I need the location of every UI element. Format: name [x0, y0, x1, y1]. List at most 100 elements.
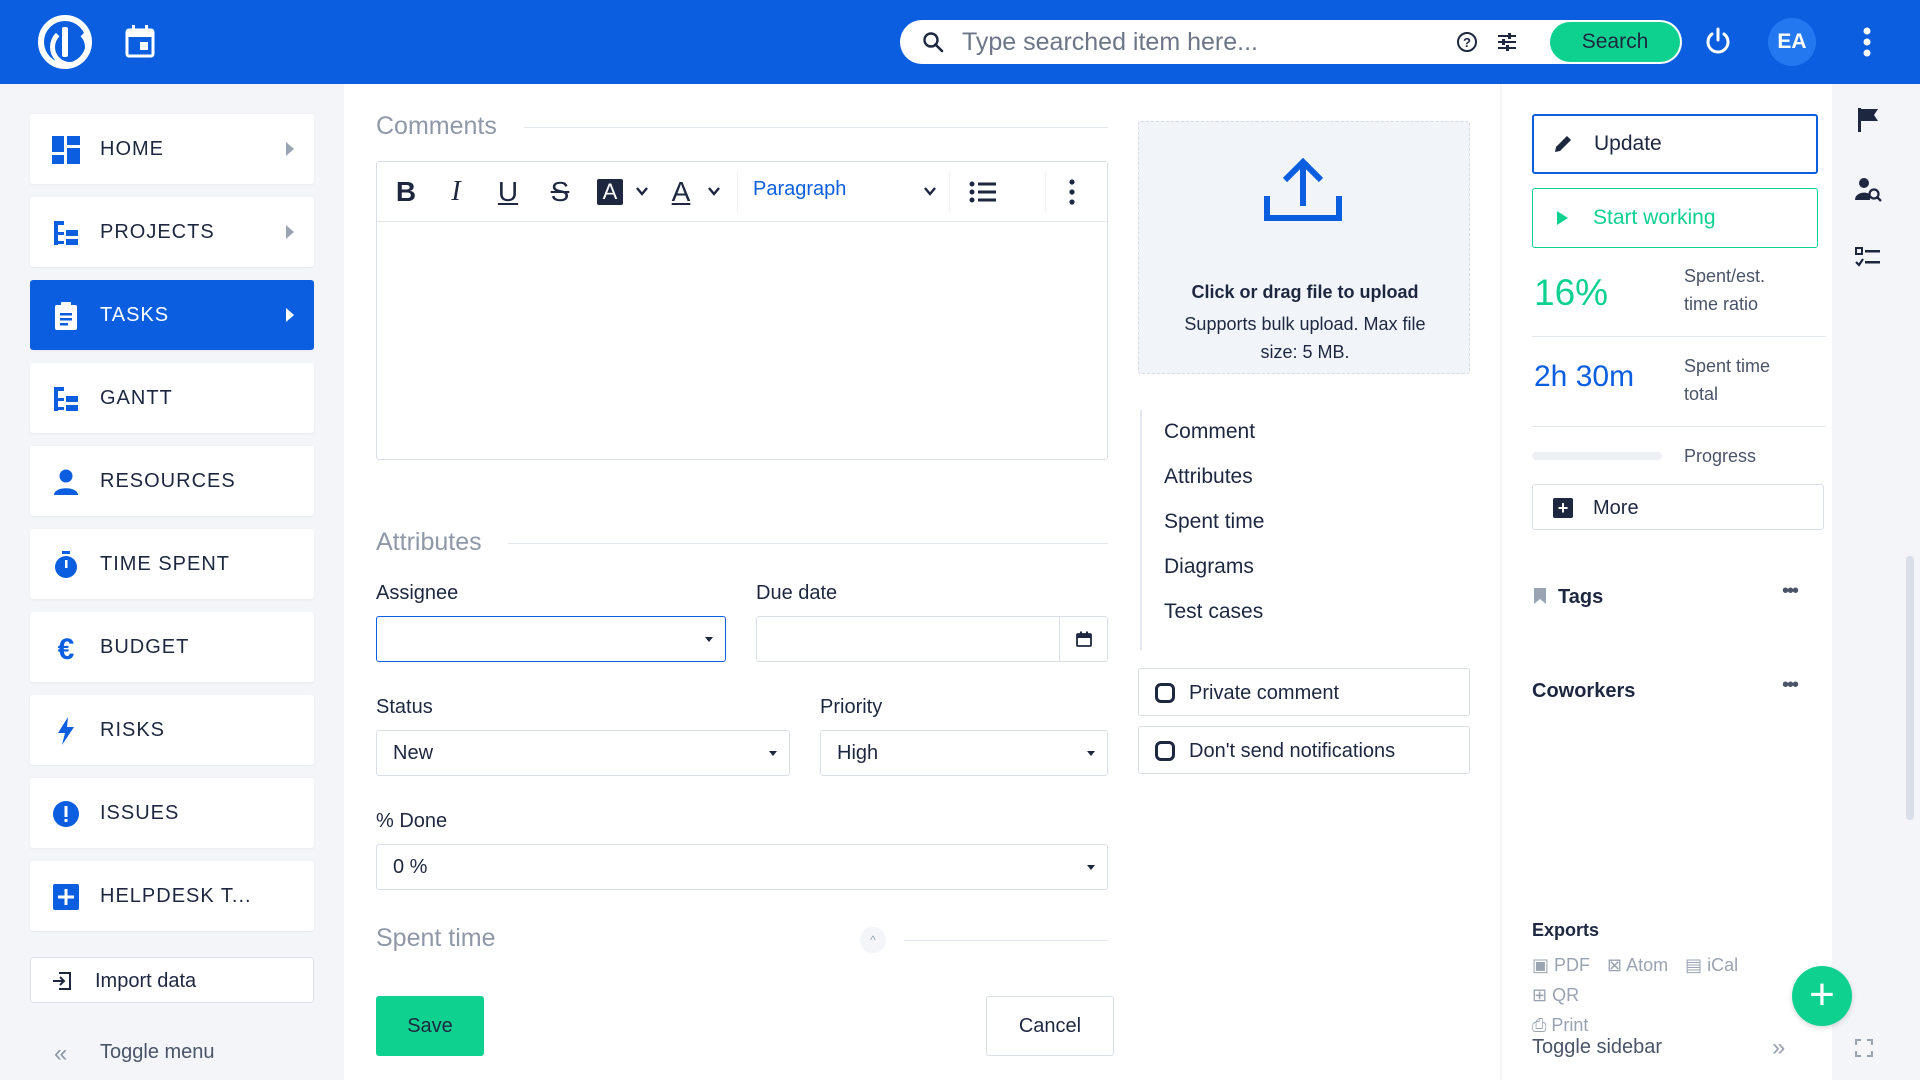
- more-button[interactable]: + More: [1532, 484, 1824, 530]
- dont-send-label: Don't send notifications: [1189, 740, 1396, 762]
- upload-icon: [1264, 158, 1342, 221]
- strikethrough-button[interactable]: S: [545, 176, 575, 208]
- priority-select[interactable]: High: [820, 730, 1108, 776]
- double-chevron-right-icon[interactable]: »: [1772, 1034, 1785, 1062]
- anchor-diagrams[interactable]: Diagrams: [1164, 555, 1254, 579]
- progress-bar: [1532, 452, 1662, 460]
- chevron-right-icon: [286, 225, 294, 239]
- gantt-icon: [54, 387, 78, 411]
- fullscreen-icon[interactable]: [1854, 1038, 1874, 1058]
- highlight-button[interactable]: A: [597, 179, 623, 205]
- italic-button[interactable]: I: [443, 176, 469, 208]
- nav-label: RESOURCES: [100, 470, 236, 492]
- coworkers-heading: Coworkers: [1532, 680, 1636, 702]
- euro-icon: €: [58, 634, 75, 662]
- dashboard-icon: [52, 136, 80, 164]
- tags-heading: Tags: [1558, 586, 1604, 608]
- nav-item-helpdesk[interactable]: HELPDESK T...: [30, 861, 314, 931]
- filter-settings-icon[interactable]: [1496, 31, 1518, 53]
- export-atom-link[interactable]: ⊠ Atom: [1607, 955, 1674, 975]
- due-date-label: Due date: [756, 582, 838, 604]
- export-qr-link[interactable]: ⊞ QR: [1532, 985, 1585, 1005]
- nav-item-issues[interactable]: ISSUES: [30, 778, 314, 848]
- start-working-label: Start working: [1593, 206, 1716, 229]
- import-data-button[interactable]: Import data: [30, 957, 314, 1003]
- spent-time-label: Spent time total: [1684, 356, 1771, 404]
- user-search-icon[interactable]: [1854, 176, 1882, 204]
- nav-item-resources[interactable]: RESOURCES: [30, 446, 314, 516]
- stopwatch-icon: [55, 551, 77, 578]
- font-color-button[interactable]: A: [667, 176, 695, 208]
- more-vertical-icon[interactable]: [1069, 178, 1075, 206]
- start-working-button[interactable]: Start working: [1532, 188, 1818, 248]
- coworkers-more-icon[interactable]: •••: [1782, 674, 1799, 697]
- user-avatar[interactable]: EA: [1768, 18, 1816, 66]
- file-upload-dropzone[interactable]: Click or drag file to upload Supports bu…: [1138, 121, 1470, 374]
- exports-heading: Exports: [1532, 920, 1600, 940]
- anchor-test-cases[interactable]: Test cases: [1164, 600, 1263, 624]
- caret-down-icon: [1087, 751, 1095, 756]
- floating-add-button[interactable]: +: [1792, 966, 1852, 1026]
- nav-item-tasks[interactable]: TASKS: [30, 280, 314, 350]
- editor-text-area[interactable]: [377, 223, 1107, 459]
- date-picker-button[interactable]: [1059, 617, 1107, 661]
- upload-subtitle: Supports bulk upload. Max file size: 5 M…: [1184, 314, 1426, 362]
- anchor-comment[interactable]: Comment: [1164, 420, 1255, 444]
- nav-item-projects[interactable]: PROJECTS: [30, 197, 314, 267]
- done-select[interactable]: 0 %: [376, 844, 1108, 890]
- private-comment-checkbox[interactable]: Private comment: [1138, 668, 1470, 716]
- status-select[interactable]: New: [376, 730, 790, 776]
- flag-icon[interactable]: [1854, 106, 1882, 134]
- chevron-down-icon[interactable]: [635, 184, 649, 198]
- tags-more-icon[interactable]: •••: [1782, 580, 1799, 603]
- cancel-button[interactable]: Cancel: [986, 996, 1114, 1056]
- bookmark-icon: [1534, 588, 1546, 604]
- chevron-down-icon[interactable]: [923, 184, 937, 198]
- toolbar-separator: [1045, 172, 1046, 212]
- priority-value: High: [837, 742, 879, 764]
- export-ical-link[interactable]: ▤ iCal: [1685, 955, 1744, 975]
- update-button[interactable]: Update: [1532, 114, 1818, 174]
- nav-item-gantt[interactable]: GANTT: [30, 363, 314, 433]
- more-vertical-icon[interactable]: [1862, 26, 1872, 58]
- nav-label: PROJECTS: [100, 221, 215, 243]
- hierarchy-icon: [54, 221, 78, 245]
- search-input[interactable]: [962, 26, 1442, 58]
- search-button[interactable]: Search: [1550, 22, 1680, 62]
- export-pdf-link[interactable]: ▣ PDF: [1532, 955, 1596, 975]
- anchor-spent-time[interactable]: Spent time: [1164, 510, 1264, 534]
- upload-title: Click or drag file to upload: [1191, 282, 1419, 302]
- nav-label: TIME SPENT: [100, 553, 231, 575]
- caret-down-icon: [769, 751, 777, 756]
- paragraph-format-select[interactable]: Paragraph: [753, 178, 846, 201]
- dont-send-notifications-checkbox[interactable]: Don't send notifications: [1138, 726, 1470, 774]
- nav-item-budget[interactable]: € BUDGET: [30, 612, 314, 682]
- save-button[interactable]: Save: [376, 996, 484, 1056]
- calendar-icon[interactable]: [125, 24, 155, 58]
- due-date-field[interactable]: [756, 616, 1108, 662]
- app-logo-icon[interactable]: [38, 15, 92, 69]
- chevron-up-icon[interactable]: ^: [860, 927, 886, 953]
- print-link[interactable]: ⎙ Print: [1532, 1015, 1594, 1035]
- divider: [508, 543, 1108, 544]
- bold-button[interactable]: B: [391, 176, 421, 208]
- spent-time-value: 2h 30m: [1534, 360, 1635, 393]
- page-scrollbar[interactable]: [1906, 556, 1914, 820]
- toggle-sidebar-label[interactable]: Toggle sidebar: [1532, 1036, 1662, 1059]
- bulleted-list-icon[interactable]: [969, 180, 997, 204]
- power-icon[interactable]: [1704, 26, 1732, 56]
- checklist-icon[interactable]: [1854, 244, 1882, 272]
- nav-item-home[interactable]: HOME: [30, 114, 314, 184]
- calendar-icon: [1076, 631, 1092, 647]
- anchor-attributes[interactable]: Attributes: [1164, 465, 1253, 489]
- underline-button[interactable]: U: [493, 176, 523, 208]
- spent-time-heading: Spent time: [376, 924, 496, 952]
- time-ratio-label: Spent/est. time ratio: [1684, 266, 1766, 314]
- plus-square-icon: +: [1553, 498, 1573, 518]
- nav-item-risks[interactable]: RISKS: [30, 695, 314, 765]
- nav-item-time-spent[interactable]: TIME SPENT: [30, 529, 314, 599]
- assignee-select[interactable]: [376, 616, 726, 662]
- search-icon: [923, 32, 944, 53]
- chevron-down-icon[interactable]: [707, 184, 721, 198]
- help-icon[interactable]: ?: [1456, 31, 1478, 53]
